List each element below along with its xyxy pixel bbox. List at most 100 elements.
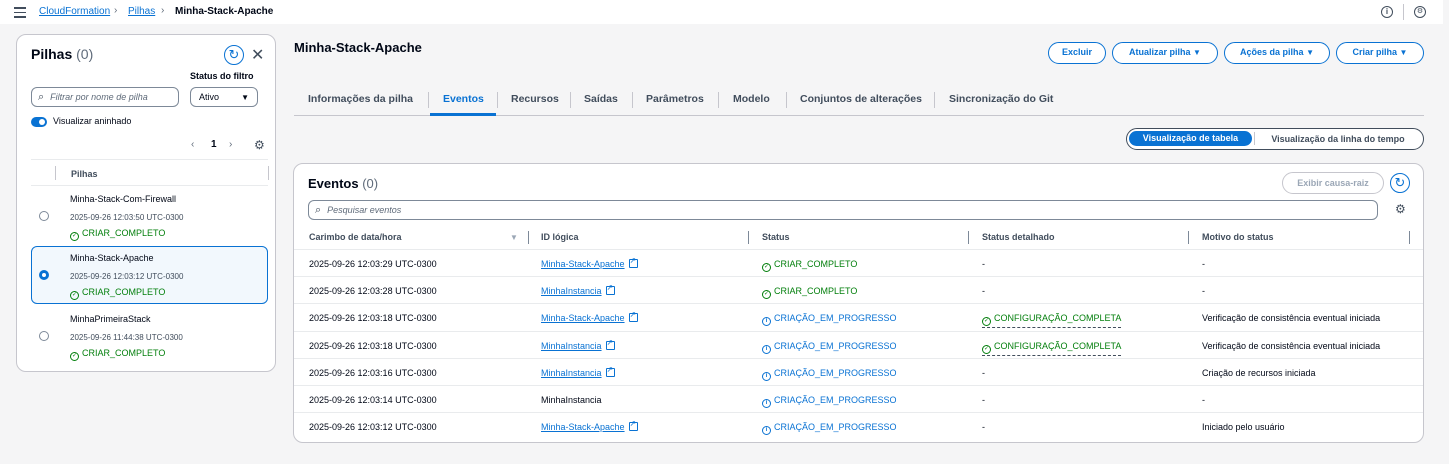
cell-timestamp: 2025-09-26 12:03:18 UTC-0300: [309, 313, 437, 324]
check-circle-icon: ✓: [70, 232, 79, 241]
tab-resources[interactable]: Recursos: [511, 93, 559, 105]
external-link-icon[interactable]: [628, 419, 638, 432]
check-circle-icon: ✓: [982, 317, 991, 327]
create-label: Criar pilha: [1352, 47, 1398, 57]
nested-view-toggle[interactable]: [31, 117, 47, 127]
stack-search-input[interactable]: ⌕ Filtrar por nome de pilha: [31, 87, 179, 107]
logical-id-text[interactable]: MinhaInstancia: [541, 341, 602, 351]
events-search-input[interactable]: ⌕ Pesquisar eventos: [308, 200, 1378, 220]
external-link-icon[interactable]: [605, 365, 615, 377]
logical-id-text[interactable]: Minha-Stack-Apache: [541, 422, 625, 432]
cell-status-reason: Iniciado pelo usuário: [1202, 422, 1285, 433]
delete-button[interactable]: Excluir: [1048, 42, 1106, 64]
tab-template[interactable]: Modelo: [733, 93, 770, 105]
column-header-detailed-status: Status detalhado: [982, 232, 1055, 242]
stack-tabs: Informações da pilha Eventos Recursos Sa…: [294, 88, 1424, 116]
stack-radio-checked[interactable]: [39, 270, 49, 280]
cell-logical-id: MinhaInstancia: [541, 395, 602, 405]
preferences-gear-icon[interactable]: ⚙: [254, 138, 265, 152]
logical-id-text[interactable]: Minha-Stack-Apache: [541, 259, 625, 269]
cell-status: ✓ CRIAR_COMPLETO: [762, 286, 857, 300]
stack-status: ✓ CRIAR_COMPLETO: [70, 287, 165, 300]
cell-detailed-status: -: [982, 286, 985, 296]
breadcrumb-cloudformation[interactable]: CloudFormation: [39, 6, 110, 17]
sort-caret-icon[interactable]: ▼: [510, 233, 518, 242]
tab-divider: [570, 92, 571, 108]
stack-radio[interactable]: [39, 211, 49, 221]
cell-logical-id[interactable]: Minha-Stack-Apache: [541, 256, 638, 269]
tab-change-sets[interactable]: Conjuntos de alterações: [800, 93, 922, 105]
tab-git-sync[interactable]: Sincronização do Git: [949, 93, 1053, 105]
detailed-status-text: -: [982, 259, 985, 269]
refresh-events-button[interactable]: ↻: [1390, 173, 1410, 193]
create-stack-button[interactable]: Criar pilha ▼: [1336, 42, 1424, 64]
chevron-right-icon[interactable]: ›: [229, 139, 232, 150]
events-panel: Eventos (0) Exibir causa-raiz ↻ ⌕ Pesqui…: [293, 163, 1424, 443]
tab-events[interactable]: Eventos: [443, 93, 484, 105]
info-circle-icon: i: [762, 426, 771, 436]
root-cause-button[interactable]: Exibir causa-raiz: [1282, 172, 1384, 194]
column-divider: [528, 231, 529, 244]
stack-status-text: CRIAR_COMPLETO: [82, 287, 166, 297]
close-icon[interactable]: ✕: [251, 45, 264, 65]
cell-status: i CRIAÇÃO_EM_PROGRESSO: [762, 395, 897, 408]
external-link-icon[interactable]: [628, 310, 638, 323]
active-tab-indicator: [430, 113, 496, 116]
page-number[interactable]: 1: [211, 139, 217, 150]
cell-status: i CRIAÇÃO_EM_PROGRESSO: [762, 341, 897, 354]
refresh-stacks-button[interactable]: ↻: [224, 45, 244, 65]
status-filter-select[interactable]: Ativo ▼: [190, 87, 258, 107]
column-divider: [268, 166, 269, 180]
scrollbar[interactable]: [1443, 0, 1449, 464]
tab-parameters[interactable]: Parâmetros: [646, 93, 704, 105]
column-header-timestamp[interactable]: Carimbo de data/hora: [309, 232, 402, 242]
logical-id-text[interactable]: Minha-Stack-Apache: [541, 313, 625, 323]
events-count: (0): [362, 176, 379, 191]
view-mode-toggle: Visualização de tabela Visualização da l…: [1126, 128, 1424, 150]
events-title: Eventos (0): [308, 176, 378, 191]
status-text: CRIAÇÃO_EM_PROGRESSO: [774, 395, 897, 405]
table-view-button[interactable]: Visualização de tabela: [1129, 131, 1252, 146]
update-stack-button[interactable]: Atualizar pilha ▼: [1112, 42, 1218, 64]
events-title-text: Eventos: [308, 176, 359, 191]
cell-detailed-status[interactable]: ✓ CONFIGURAÇÃO_COMPLETA: [982, 313, 1122, 329]
chevron-left-icon[interactable]: ‹: [191, 139, 194, 150]
cell-timestamp: 2025-09-26 12:03:12 UTC-0300: [309, 422, 437, 433]
cell-timestamp: 2025-09-26 12:03:28 UTC-0300: [309, 286, 437, 297]
stack-list-item-selected[interactable]: Minha-Stack-Apache 2025-09-26 12:03:12 U…: [31, 246, 268, 304]
external-link-icon[interactable]: [628, 256, 638, 268]
cell-status: ✓ CRIAR_COMPLETO: [762, 259, 857, 272]
tab-stack-info[interactable]: Informações da pilha: [308, 93, 413, 105]
info-icon[interactable]: i: [1381, 6, 1393, 18]
stack-status: ✓ CRIAR_COMPLETO: [70, 348, 165, 361]
cell-logical-id[interactable]: MinhaInstancia: [541, 365, 615, 378]
stack-list-item[interactable]: Minha-Stack-Com-Firewall 2025-09-26 12:0…: [31, 187, 268, 245]
logical-id-text[interactable]: MinhaInstancia: [541, 368, 602, 378]
status-text: CRIAÇÃO_EM_PROGRESSO: [774, 313, 897, 324]
breadcrumb-pilhas[interactable]: Pilhas: [128, 6, 155, 17]
external-link-icon[interactable]: [605, 283, 615, 296]
status-text: CRIAÇÃO_EM_PROGRESSO: [774, 340, 897, 351]
cell-logical-id[interactable]: MinhaInstancia: [541, 338, 615, 351]
tab-outputs[interactable]: Saídas: [584, 93, 618, 105]
cell-timestamp: 2025-09-26 12:03:14 UTC-0300: [309, 395, 437, 405]
stack-actions-button[interactable]: Ações da pilha ▼: [1224, 42, 1330, 64]
settings-icon[interactable]: ⚙: [1414, 6, 1426, 18]
logical-id-text[interactable]: MinhaInstancia: [541, 286, 602, 296]
cell-timestamp: 2025-09-26 12:03:18 UTC-0300: [309, 340, 437, 351]
tab-divider: [718, 92, 719, 108]
menu-icon[interactable]: [14, 7, 26, 18]
preferences-gear-icon[interactable]: ⚙: [1395, 202, 1406, 216]
timeline-view-button[interactable]: Visualização da linha do tempo: [1256, 132, 1420, 146]
stack-radio[interactable]: [39, 331, 49, 341]
check-circle-icon: ✓: [70, 352, 79, 361]
delete-label: Excluir: [1061, 47, 1092, 57]
cell-logical-id[interactable]: MinhaInstancia: [541, 283, 615, 296]
stack-list-item[interactable]: MinhaPrimeiraStack 2025-09-26 11:44:38 U…: [31, 307, 268, 365]
cell-logical-id[interactable]: Minha-Stack-Apache: [541, 310, 638, 323]
external-link-icon[interactable]: [605, 338, 615, 350]
tab-divider: [786, 92, 787, 108]
cell-detailed-status[interactable]: ✓ CONFIGURAÇÃO_COMPLETA: [982, 341, 1122, 356]
cell-logical-id[interactable]: Minha-Stack-Apache: [541, 419, 638, 432]
stack-status-text: CRIAR_COMPLETO: [82, 228, 166, 238]
